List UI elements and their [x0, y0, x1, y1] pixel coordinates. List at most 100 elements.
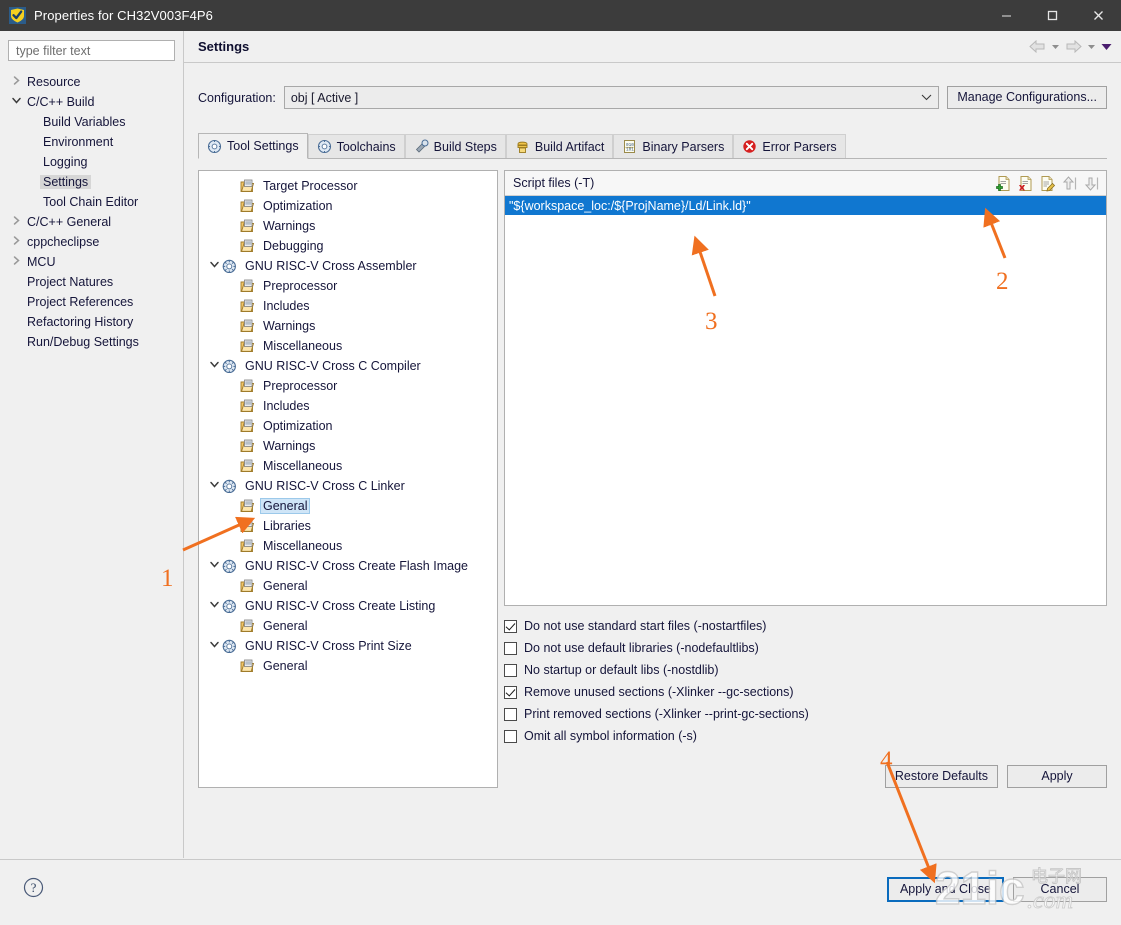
minimize-button[interactable] — [983, 0, 1029, 31]
chevron-down-icon[interactable] — [207, 599, 221, 613]
tab-build-steps[interactable]: Build Steps — [404, 134, 506, 158]
tool-tree-item-optimization[interactable]: Optimization — [199, 416, 497, 436]
move-down-icon[interactable] — [1083, 175, 1100, 192]
linker-option-row[interactable]: Print removed sections (-Xlinker --print… — [504, 703, 1107, 725]
sidebar-item-tool-chain-editor[interactable]: Tool Chain Editor — [0, 192, 183, 212]
chevron-right-icon[interactable] — [8, 75, 24, 89]
tool-tree-item-general[interactable]: General — [199, 576, 497, 596]
checkbox[interactable] — [504, 707, 517, 721]
tool-tree-item-target-processor[interactable]: Target Processor — [199, 176, 497, 196]
sidebar-item-cppcheclipse[interactable]: cppcheclipse — [0, 232, 183, 252]
tool-tree-item-miscellaneous[interactable]: Miscellaneous — [199, 336, 497, 356]
sidebar-item-c-c-build[interactable]: C/C++ Build — [0, 92, 183, 112]
tool-tree-item-includes[interactable]: Includes — [199, 296, 497, 316]
add-script-icon[interactable] — [995, 175, 1012, 192]
sidebar-item-refactoring-history[interactable]: Refactoring History — [0, 312, 183, 332]
filter-input[interactable] — [14, 42, 169, 59]
move-up-icon[interactable] — [1061, 175, 1078, 192]
script-files-list[interactable]: "${workspace_loc:/${ProjName}/Ld/Link.ld… — [505, 196, 1106, 605]
filter-box[interactable] — [8, 40, 175, 61]
tab-error-parsers[interactable]: Error Parsers — [733, 134, 846, 158]
tool-tree-item-general[interactable]: General — [199, 616, 497, 636]
tool-tree-item-miscellaneous[interactable]: Miscellaneous — [199, 456, 497, 476]
close-button[interactable] — [1075, 0, 1121, 31]
tab-toolchains[interactable]: Toolchains — [307, 134, 405, 158]
chevron-down-icon[interactable] — [207, 359, 221, 373]
sidebar-item-logging[interactable]: Logging — [0, 152, 183, 172]
tool-tree-item-debugging[interactable]: Debugging — [199, 236, 497, 256]
tool-tree-item-gnu-risc-v-cross-create-listing[interactable]: GNU RISC-V Cross Create Listing — [199, 596, 497, 616]
tool-tree-item-preprocessor[interactable]: Preprocessor — [199, 276, 497, 296]
sidebar-item-mcu[interactable]: MCU — [0, 252, 183, 272]
cancel-button[interactable]: Cancel — [1013, 876, 1107, 902]
chevron-down-icon[interactable] — [207, 639, 221, 653]
checkbox[interactable] — [504, 641, 517, 655]
chevron-right-icon[interactable] — [8, 235, 24, 249]
tool-tree-item-libraries[interactable]: Libraries — [199, 516, 497, 536]
chevron-down-icon[interactable] — [207, 259, 221, 273]
help-question-icon[interactable]: ? — [23, 877, 44, 901]
tool-tree-item-general[interactable]: General — [199, 496, 497, 516]
sidebar-item-resource[interactable]: Resource — [0, 72, 183, 92]
tool-tree-item-warnings[interactable]: Warnings — [199, 316, 497, 336]
linker-option-row[interactable]: Do not use standard start files (-nostar… — [504, 615, 1107, 637]
sidebar-item-build-variables[interactable]: Build Variables — [0, 112, 183, 132]
tool-settings-tree[interactable]: Target Processor Optimization Warnings Debu… — [198, 170, 498, 788]
checkbox[interactable] — [504, 729, 517, 743]
script-file-row[interactable]: "${workspace_loc:/${ProjName}/Ld/Link.ld… — [505, 196, 1106, 215]
back-dropdown-icon[interactable] — [1050, 41, 1061, 52]
chevron-right-icon[interactable] — [8, 255, 24, 269]
tool-tree-item-gnu-risc-v-cross-c-linker[interactable]: GNU RISC-V Cross C Linker — [199, 476, 497, 496]
configuration-select[interactable]: obj [ Active ] — [283, 86, 940, 109]
settings-tree[interactable]: Resource C/C++ Build Build Variables Enviro… — [0, 72, 183, 352]
svg-text:?: ? — [31, 880, 37, 895]
folder-page-icon — [239, 439, 256, 454]
edit-script-icon[interactable] — [1039, 175, 1056, 192]
tool-tree-item-warnings[interactable]: Warnings — [199, 436, 497, 456]
maximize-button[interactable] — [1029, 0, 1075, 31]
sidebar-item-c-c-general[interactable]: C/C++ General — [0, 212, 183, 232]
tab-tool-settings[interactable]: Tool Settings — [198, 133, 308, 159]
linker-checkbox-group[interactable]: Do not use standard start files (-nostar… — [504, 615, 1107, 747]
view-menu-icon[interactable] — [1100, 41, 1113, 52]
apply-and-close-button[interactable]: Apply and Close — [886, 876, 1004, 902]
linker-option-row[interactable]: Omit all symbol information (-s) — [504, 725, 1107, 747]
apply-button[interactable]: Apply — [1007, 765, 1107, 788]
tool-tree-item-gnu-risc-v-cross-create-flash-image[interactable]: GNU RISC-V Cross Create Flash Image — [199, 556, 497, 576]
sidebar-item-project-references[interactable]: Project References — [0, 292, 183, 312]
restore-defaults-button[interactable]: Restore Defaults — [884, 765, 998, 788]
chevron-down-icon[interactable] — [207, 559, 221, 573]
delete-script-icon[interactable] — [1017, 175, 1034, 192]
tool-tree-item-gnu-risc-v-cross-c-compiler[interactable]: GNU RISC-V Cross C Compiler — [199, 356, 497, 376]
linker-option-label: No startup or default libs (-nostdlib) — [524, 663, 719, 677]
tab-binary-parsers[interactable]: 010 101 Binary Parsers — [613, 134, 734, 158]
sidebar-item-project-natures[interactable]: Project Natures — [0, 272, 183, 292]
tool-tree-item-general[interactable]: General — [199, 656, 497, 676]
chevron-down-icon[interactable] — [8, 95, 24, 109]
sidebar-item-run-debug-settings[interactable]: Run/Debug Settings — [0, 332, 183, 352]
linker-option-row[interactable]: Remove unused sections (-Xlinker --gc-se… — [504, 681, 1107, 703]
tab-build-artifact[interactable]: Build Artifact — [505, 134, 614, 158]
sidebar-item-settings[interactable]: Settings — [0, 172, 183, 192]
tool-tree-item-label: General — [263, 619, 308, 633]
forward-dropdown-icon[interactable] — [1086, 41, 1097, 52]
checkbox[interactable] — [504, 685, 517, 699]
tool-tree-item-gnu-risc-v-cross-print-size[interactable]: GNU RISC-V Cross Print Size — [199, 636, 497, 656]
sidebar-item-environment[interactable]: Environment — [0, 132, 183, 152]
tool-tree-item-optimization[interactable]: Optimization — [199, 196, 497, 216]
tool-tree-item-includes[interactable]: Includes — [199, 396, 497, 416]
chevron-down-icon[interactable] — [207, 479, 221, 493]
linker-option-row[interactable]: Do not use default libraries (-nodefault… — [504, 637, 1107, 659]
tool-tree-item-warnings[interactable]: Warnings — [199, 216, 497, 236]
tab-bar[interactable]: Tool Settings Toolchains Build Steps Build … — [198, 133, 1107, 159]
checkbox[interactable] — [504, 663, 517, 677]
linker-option-row[interactable]: No startup or default libs (-nostdlib) — [504, 659, 1107, 681]
manage-configurations-button[interactable]: Manage Configurations... — [947, 86, 1107, 109]
tool-tree-item-miscellaneous[interactable]: Miscellaneous — [199, 536, 497, 556]
checkbox[interactable] — [504, 619, 517, 633]
tool-tree-item-preprocessor[interactable]: Preprocessor — [199, 376, 497, 396]
tool-tree-item-gnu-risc-v-cross-assembler[interactable]: GNU RISC-V Cross Assembler — [199, 256, 497, 276]
chevron-right-icon[interactable] — [8, 215, 24, 229]
forward-arrow-icon[interactable] — [1064, 39, 1083, 54]
back-arrow-icon[interactable] — [1028, 39, 1047, 54]
